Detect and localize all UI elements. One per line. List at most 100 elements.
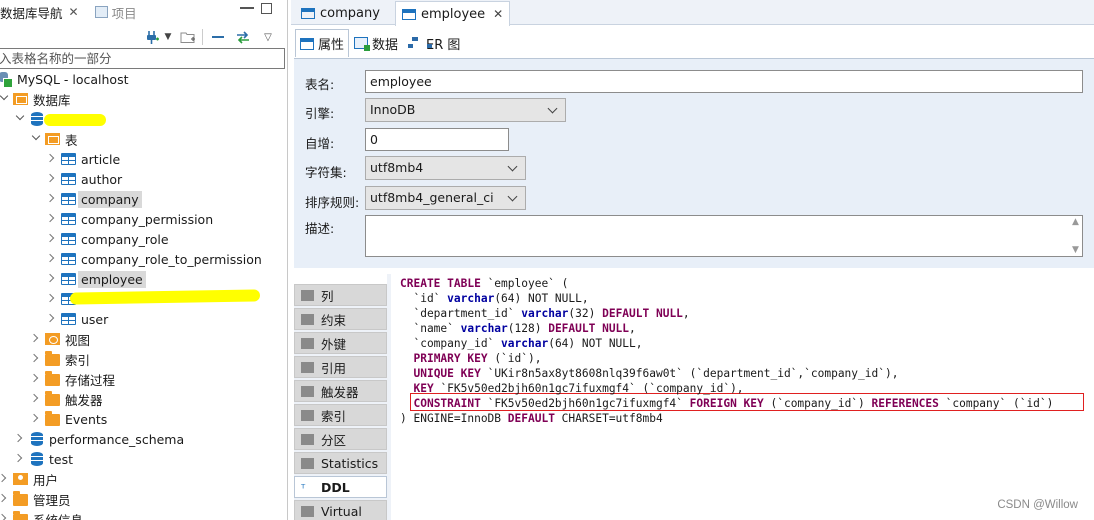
tree-row-system-info[interactable]: 系统信息 — [0, 509, 287, 520]
tab-partitions[interactable]: 分区 — [294, 428, 387, 450]
ddl-icon: ᵀ — [301, 481, 306, 495]
table-icon — [301, 7, 315, 19]
tree-row-indexes[interactable]: 索引 — [0, 349, 287, 369]
chevron-right-icon[interactable] — [47, 214, 55, 222]
ddl-editor[interactable]: CREATE TABLE `employee` ( `id` varchar(6… — [398, 274, 1094, 520]
minimize-icon[interactable] — [240, 7, 254, 10]
tab-project[interactable]: 项目 — [91, 0, 141, 24]
tree-row-users[interactable]: 用户 — [0, 469, 287, 489]
tree-row-procedures[interactable]: 存储过程 — [0, 369, 287, 389]
chevron-right-icon[interactable] — [15, 454, 23, 462]
tab-virtual[interactable]: Virtual — [294, 500, 387, 520]
ddl-token: (64) NOT NULL, — [548, 337, 643, 350]
tree-row-table[interactable]: article — [0, 149, 287, 169]
chevron-right-icon[interactable] — [0, 494, 7, 502]
chevron-right-icon[interactable] — [31, 394, 39, 402]
tree-row-database[interactable] — [0, 109, 287, 129]
tab-columns[interactable]: 列 — [294, 284, 387, 306]
chevron-right-icon[interactable] — [47, 234, 55, 242]
new-connection-icon[interactable] — [144, 29, 160, 45]
tab-properties[interactable]: 属性 — [295, 29, 350, 57]
tab-triggers[interactable]: 触发器 — [294, 380, 387, 402]
tab-er-diagram[interactable]: ER 图 — [403, 29, 465, 57]
tree-row-table[interactable]: employee — [0, 269, 287, 289]
data-icon — [354, 37, 371, 51]
tree-row-table[interactable]: user — [0, 309, 287, 329]
scroll-up-icon[interactable]: ▲ — [1072, 218, 1080, 227]
tree-row-databases[interactable]: 数据库 — [0, 89, 287, 109]
table-icon — [61, 273, 76, 285]
tree-item-label: 索引 — [65, 352, 91, 368]
chevron-right-icon[interactable] — [47, 314, 55, 322]
tab-company[interactable]: company — [295, 1, 386, 25]
tree-row-tables[interactable]: 表 — [0, 129, 287, 149]
tab-label: 数据库导航 — [0, 5, 63, 21]
ddl-line: `department_id` varchar(32) DEFAULT NULL… — [400, 306, 689, 321]
chevron-right-icon[interactable] — [47, 154, 55, 162]
ddl-token: `company_id` — [400, 337, 502, 350]
folder-icon — [45, 351, 60, 366]
tab-foreign-keys[interactable]: 外键 — [294, 332, 387, 354]
chevron-down-icon[interactable] — [1, 93, 9, 101]
tab-database-navigator[interactable]: 数据库导航 ✕ — [0, 0, 83, 24]
tab-indexes[interactable]: 索引 — [294, 404, 387, 426]
tab-employee[interactable]: employee ✕ — [395, 1, 511, 26]
chevron-right-icon[interactable] — [47, 254, 55, 262]
engine-select[interactable]: InnoDB — [365, 98, 566, 122]
tree-row-table[interactable] — [0, 289, 287, 309]
tab-ddl[interactable]: ᵀ DDL — [294, 476, 387, 498]
ddl-token — [400, 352, 413, 365]
tab-data[interactable]: 数据 — [349, 29, 403, 57]
tab-statistics[interactable]: Statistics — [294, 452, 387, 474]
collapse-all-icon[interactable] — [210, 29, 226, 45]
user-folder-icon — [13, 473, 28, 485]
tree-row-events[interactable]: Events — [0, 409, 287, 429]
auto-increment-field[interactable]: 0 — [365, 128, 509, 151]
tree-row-views[interactable]: 视图 — [0, 329, 287, 349]
chevron-down-icon[interactable] — [33, 133, 41, 141]
tree-row-table[interactable]: company — [0, 189, 287, 209]
close-icon[interactable]: ✕ — [69, 5, 79, 19]
tree-row-table[interactable]: author — [0, 169, 287, 189]
close-icon[interactable]: ✕ — [493, 7, 503, 21]
chevron-right-icon[interactable] — [0, 514, 7, 520]
chevron-right-icon[interactable] — [15, 434, 23, 442]
view-folder-icon — [45, 333, 60, 345]
database-icon — [31, 112, 43, 126]
chevron-right-icon[interactable] — [47, 174, 55, 182]
tree-row-table[interactable]: company_permission — [0, 209, 287, 229]
chevron-down-icon[interactable] — [17, 113, 25, 121]
tab-label: 引用 — [321, 360, 347, 376]
tree-row-table[interactable]: company_role_to_permission — [0, 249, 287, 269]
charset-select[interactable]: utf8mb4 — [365, 156, 526, 180]
new-folder-icon[interactable] — [179, 29, 197, 45]
chevron-right-icon[interactable] — [31, 374, 39, 382]
chevron-right-icon[interactable] — [31, 354, 39, 362]
chevron-right-icon[interactable] — [0, 474, 7, 482]
chevron-right-icon[interactable] — [47, 294, 55, 302]
ddl-token: (`company_id`) — [763, 397, 872, 410]
scroll-down-icon[interactable]: ▼ — [1072, 246, 1080, 255]
tree-row-connection[interactable]: MySQL - localhost — [0, 69, 287, 89]
tab-references[interactable]: 引用 — [294, 356, 387, 378]
chevron-right-icon[interactable] — [47, 194, 55, 202]
chevron-right-icon[interactable] — [31, 334, 39, 342]
tree-row-table[interactable]: company_role — [0, 229, 287, 249]
tree-row-triggers[interactable]: 触发器 — [0, 389, 287, 409]
table-search-input[interactable]: 入表格名称的一部分 — [0, 48, 285, 69]
dropdown-arrow-icon[interactable]: ▼ — [163, 29, 173, 45]
chevron-right-icon[interactable] — [31, 414, 39, 422]
tree-row-database[interactable]: performance_schema — [0, 429, 287, 449]
redaction-mark — [69, 289, 261, 305]
chevron-right-icon[interactable] — [47, 274, 55, 282]
link-with-editor-icon[interactable] — [234, 29, 252, 45]
table-name-field[interactable]: employee — [365, 70, 1083, 93]
collation-select[interactable]: utf8mb4_general_ci — [365, 186, 526, 210]
maximize-icon[interactable] — [261, 3, 272, 14]
description-textarea[interactable]: ▲ ▼ — [365, 215, 1083, 257]
view-menu-icon[interactable]: ▽ — [262, 29, 274, 45]
tree-row-admin[interactable]: 管理员 — [0, 489, 287, 509]
tree-row-database[interactable]: test — [0, 449, 287, 469]
tab-label: 数据 — [372, 37, 399, 53]
tab-constraints[interactable]: 约束 — [294, 308, 387, 330]
